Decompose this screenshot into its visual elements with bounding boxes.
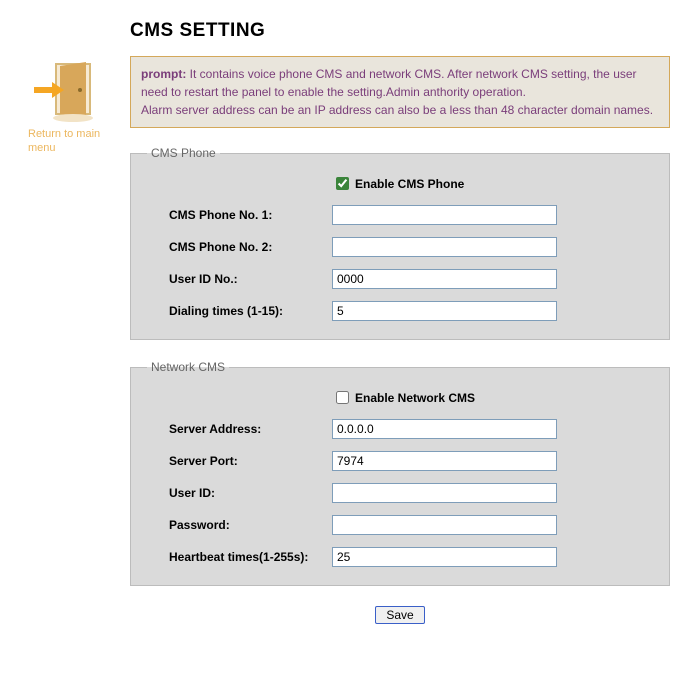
cms-userid-label: User ID No.: bbox=[147, 272, 332, 286]
network-userid-input[interactable] bbox=[332, 483, 557, 503]
server-port-input[interactable] bbox=[332, 451, 557, 471]
cms-phone1-label: CMS Phone No. 1: bbox=[147, 208, 332, 222]
prompt-text-2: Alarm server address can be an IP addres… bbox=[141, 103, 653, 117]
network-cms-fieldset: Network CMS Enable Network CMS Server Ad… bbox=[130, 360, 670, 586]
network-userid-label: User ID: bbox=[147, 486, 332, 500]
server-address-input[interactable] bbox=[332, 419, 557, 439]
page-title: CMS SETTING bbox=[130, 20, 670, 42]
server-address-label: Server Address: bbox=[147, 422, 332, 436]
enable-network-cms-label: Enable Network CMS bbox=[355, 391, 475, 405]
cms-phone-fieldset: CMS Phone Enable CMS Phone CMS Phone No.… bbox=[130, 146, 670, 340]
password-input[interactable] bbox=[332, 515, 557, 535]
server-port-label: Server Port: bbox=[147, 454, 332, 468]
door-exit-icon bbox=[32, 60, 98, 125]
cms-userid-input[interactable] bbox=[332, 269, 557, 289]
cms-phone2-label: CMS Phone No. 2: bbox=[147, 240, 332, 254]
password-label: Password: bbox=[147, 518, 332, 532]
prompt-text-1: It contains voice phone CMS and network … bbox=[141, 67, 637, 99]
prompt-label: prompt: bbox=[141, 67, 186, 81]
prompt-box: prompt: It contains voice phone CMS and … bbox=[130, 56, 670, 128]
enable-cms-phone-label: Enable CMS Phone bbox=[355, 177, 464, 191]
save-button[interactable]: Save bbox=[375, 606, 424, 624]
dialing-times-input[interactable] bbox=[332, 301, 557, 321]
cms-phone2-input[interactable] bbox=[332, 237, 557, 257]
network-cms-legend: Network CMS bbox=[147, 360, 229, 374]
cms-phone-legend: CMS Phone bbox=[147, 146, 220, 160]
enable-cms-phone-checkbox[interactable] bbox=[336, 177, 349, 190]
heartbeat-label: Heartbeat times(1-255s): bbox=[147, 550, 332, 564]
dialing-times-label: Dialing times (1-15): bbox=[147, 304, 332, 318]
cms-phone1-input[interactable] bbox=[332, 205, 557, 225]
heartbeat-input[interactable] bbox=[332, 547, 557, 567]
enable-network-cms-checkbox[interactable] bbox=[336, 391, 349, 404]
return-main-menu-link[interactable]: Return to main menu bbox=[10, 127, 120, 156]
